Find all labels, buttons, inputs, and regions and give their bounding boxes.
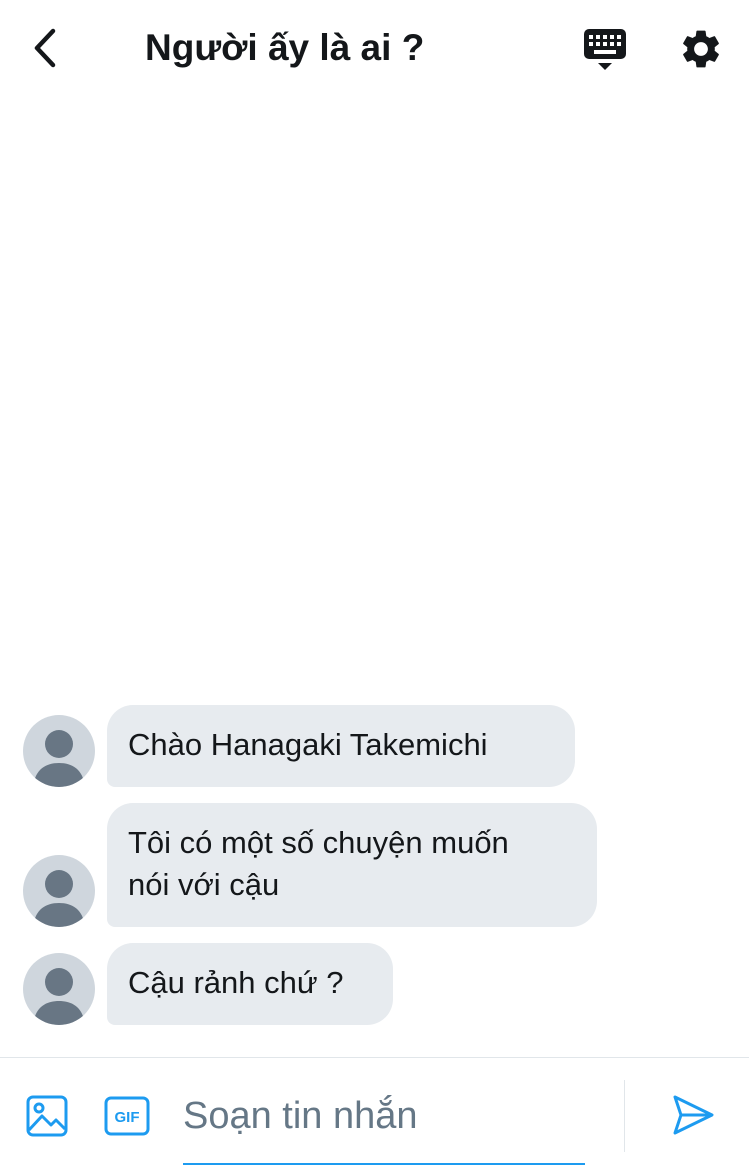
message-bubble[interactable]: Chào Hanagaki Takemichi: [107, 705, 575, 787]
send-icon: [673, 1095, 714, 1135]
message-bubble[interactable]: Tôi có một số chuyện muốn nói với cậu: [107, 803, 597, 927]
composer-divider: [624, 1080, 625, 1152]
image-icon: [26, 1095, 68, 1137]
gif-icon: GIF: [104, 1096, 150, 1136]
message-input[interactable]: [183, 1088, 585, 1144]
message-item: Chào Hanagaki Takemichi: [0, 705, 749, 787]
default-avatar-icon: [33, 870, 85, 927]
default-avatar-icon: [33, 968, 85, 1025]
message-list: Chào Hanagaki Takemichi Tôi có một số ch…: [0, 0, 749, 1172]
avatar[interactable]: [23, 715, 95, 787]
add-gif-button[interactable]: GIF: [104, 1096, 150, 1136]
add-media-button[interactable]: [25, 1094, 69, 1138]
message-text: Chào Hanagaki Takemichi: [128, 727, 488, 762]
message-item: Cậu rảnh chứ ?: [0, 943, 749, 1025]
input-focus-underline: [183, 1163, 585, 1165]
send-button[interactable]: [670, 1092, 716, 1138]
message-text-line: nói với cậu: [128, 867, 280, 902]
avatar[interactable]: [23, 855, 95, 927]
message-composer: GIF: [0, 1057, 749, 1172]
avatar[interactable]: [23, 953, 95, 1025]
default-avatar-icon: [33, 730, 85, 787]
message-text: Cậu rảnh chứ ?: [128, 965, 344, 1000]
gif-label: GIF: [115, 1109, 140, 1126]
message-bubble[interactable]: Cậu rảnh chứ ?: [107, 943, 393, 1025]
message-text-line: Tôi có một số chuyện muốn: [128, 825, 509, 860]
message-item: Tôi có một số chuyện muốn nói với cậu: [0, 803, 749, 927]
